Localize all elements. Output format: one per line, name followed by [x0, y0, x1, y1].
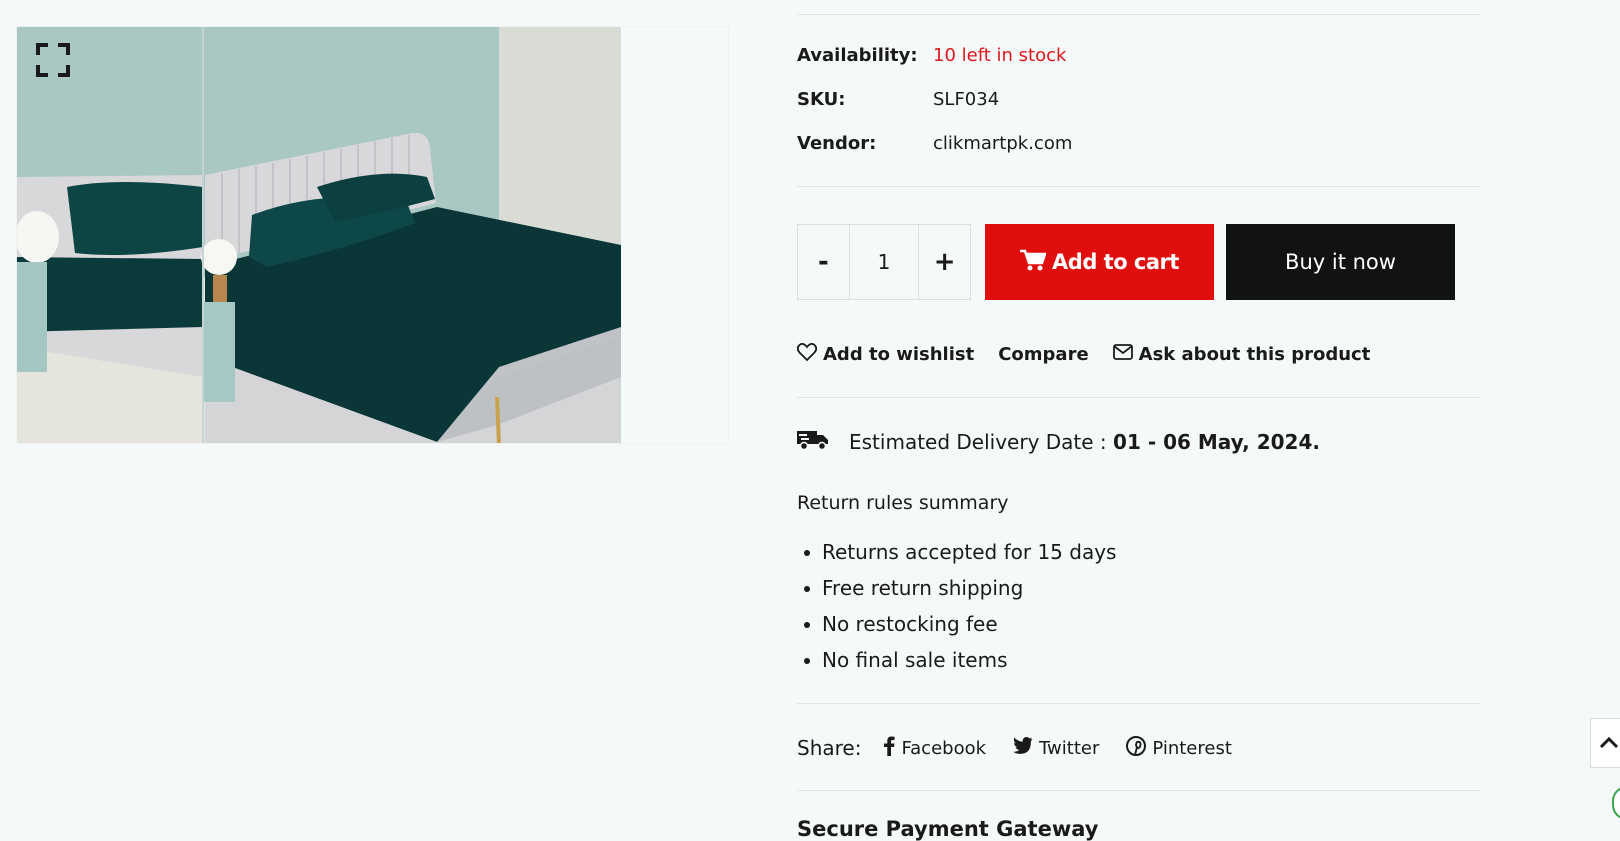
scroll-to-top-button[interactable]: [1590, 718, 1620, 768]
heart-icon: [796, 342, 818, 366]
truck-icon: [797, 429, 829, 456]
wishlist-link[interactable]: Add to wishlist: [796, 342, 975, 366]
delivery-label: Estimated Delivery Date :: [849, 430, 1107, 454]
chat-widget-button[interactable]: [1612, 786, 1620, 820]
share-facebook-label: Facebook: [901, 737, 987, 759]
add-to-cart-button[interactable]: Add to cart: [985, 224, 1214, 300]
quantity-input[interactable]: 1: [848, 225, 920, 299]
list-item: No restocking fee: [797, 606, 1116, 642]
envelope-icon: [1112, 344, 1133, 365]
list-item: Returns accepted for 15 days: [797, 534, 1116, 570]
chevron-up-icon: [1591, 736, 1620, 771]
add-to-cart-label: Add to cart: [1052, 250, 1179, 274]
share-label: Share:: [797, 736, 862, 760]
buy-now-button[interactable]: Buy it now: [1226, 224, 1455, 300]
increment-button[interactable]: +: [919, 225, 970, 299]
availability-label: Availability:: [797, 45, 918, 66]
share-pinterest-label: Pinterest: [1152, 737, 1232, 759]
quantity-stepper: - 1 +: [797, 224, 971, 300]
product-image[interactable]: [17, 27, 621, 443]
divider: [797, 703, 1480, 704]
decrement-button[interactable]: -: [798, 225, 849, 299]
list-item: No final sale items: [797, 642, 1116, 678]
twitter-icon: [1013, 737, 1033, 759]
product-actions: Add to wishlist Compare Ask about this p…: [796, 342, 1394, 366]
delivery-estimate: Estimated Delivery Date : 01 - 06 May, 2…: [797, 428, 1320, 456]
pinterest-icon: [1126, 735, 1147, 761]
return-rules-list: Returns accepted for 15 days Free return…: [797, 534, 1116, 678]
divider: [797, 790, 1480, 791]
vendor-label: Vendor:: [797, 133, 877, 154]
secure-payment-title: Secure Payment Gateway: [797, 817, 1099, 841]
compare-link[interactable]: Compare: [998, 344, 1088, 365]
gallery-divider: [202, 27, 204, 443]
cart-icon: [1020, 249, 1047, 276]
compare-label: Compare: [998, 344, 1089, 365]
sku-value: SLF034: [933, 89, 1000, 110]
share-facebook[interactable]: Facebook: [883, 736, 986, 761]
share-twitter[interactable]: Twitter: [1013, 737, 1099, 759]
availability-value: 10 left in stock: [933, 45, 1067, 66]
sku-label: SKU:: [797, 89, 846, 110]
list-item: Free return shipping: [797, 570, 1116, 606]
share-twitter-label: Twitter: [1039, 737, 1100, 759]
wishlist-label: Add to wishlist: [823, 344, 975, 365]
vendor-value[interactable]: clikmartpk.com: [933, 132, 1072, 156]
facebook-icon: [883, 736, 896, 761]
delivery-date: 01 - 06 May, 2024.: [1113, 430, 1320, 454]
return-rules-title: Return rules summary: [797, 492, 1009, 514]
divider: [797, 397, 1480, 398]
bed-illustration: [17, 27, 621, 443]
expand-icon[interactable]: [36, 43, 70, 77]
ask-label: Ask about this product: [1138, 344, 1371, 365]
divider: [797, 186, 1480, 187]
product-gallery: [16, 26, 729, 444]
share-bar: Share: Facebook Twitter Pinterest: [797, 735, 1259, 761]
ask-about-product-link[interactable]: Ask about this product: [1112, 344, 1371, 365]
share-pinterest[interactable]: Pinterest: [1126, 735, 1232, 761]
divider: [797, 14, 1480, 15]
